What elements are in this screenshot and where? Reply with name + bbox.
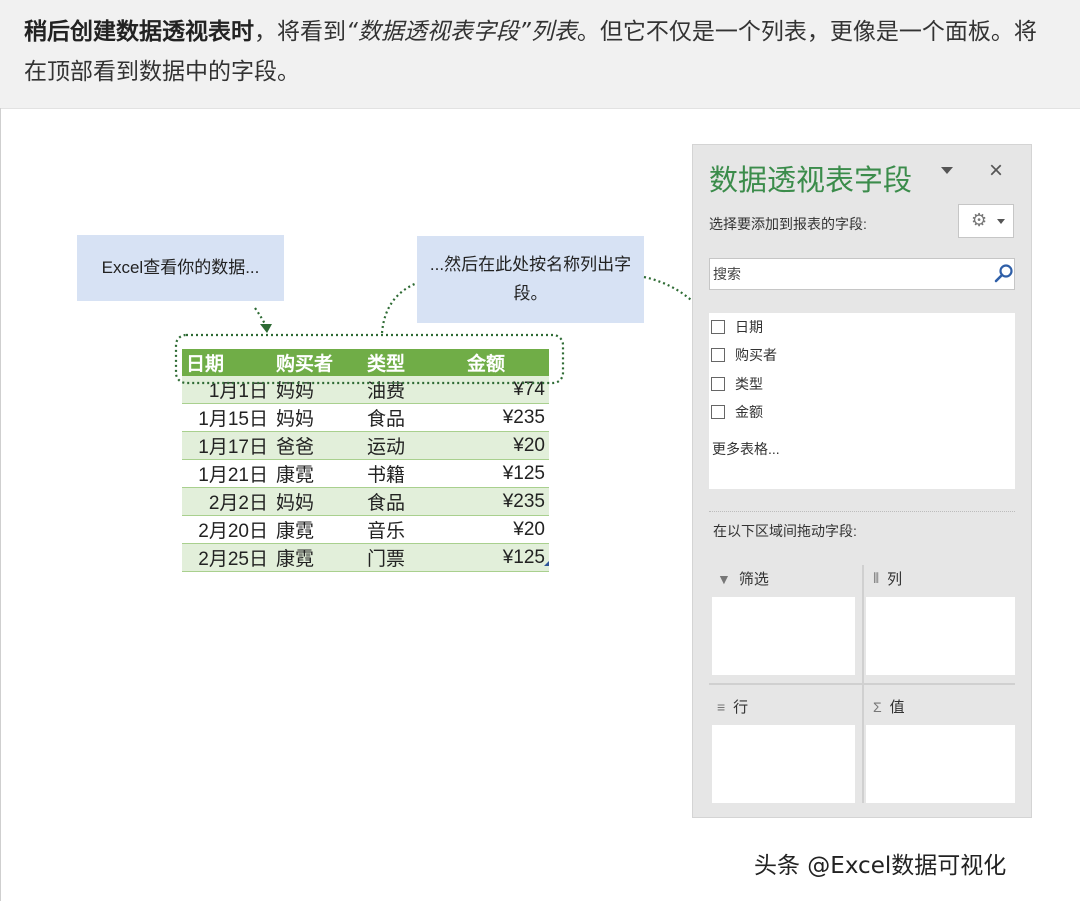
field-label: 日期 [735,319,763,335]
filter-area-label: ▼ 筛选 [717,568,769,589]
field-label: 金额 [735,404,763,420]
rows-area-label: ≡ 行 [717,696,748,717]
filter-area-text: 筛选 [738,571,769,588]
rows-icon: ≡ [717,698,726,715]
filter-icon: ▼ [717,570,731,587]
field-checkbox[interactable] [711,405,725,419]
field-checkbox[interactable] [711,377,725,391]
search-icon[interactable] [993,263,1015,285]
field-item-date[interactable]: 日期 [711,316,763,338]
chevron-down-icon [997,219,1005,224]
columns-area-label: ⦀ 列 [873,568,902,589]
field-checkbox[interactable] [711,320,725,334]
panel-menu-caret-icon[interactable] [941,167,953,174]
panel-divider [709,511,1015,512]
rows-drop-zone[interactable] [712,725,855,803]
watermark-text: 头条 @Excel数据可视化 [754,853,1007,879]
more-tables-link[interactable]: 更多表格... [712,439,780,459]
panel-title: 数据透视表字段 [709,165,913,197]
values-drop-zone[interactable] [866,725,1015,803]
left-callout-arrow [254,307,267,327]
area-horizontal-separator [709,683,1015,685]
filter-drop-zone[interactable] [712,597,855,675]
rows-area-text: 行 [733,699,749,716]
values-area-text: 值 [889,699,905,716]
gear-icon: ⚙ [971,210,988,230]
field-list: 日期 购买者 类型 金额 更多表格... [709,313,1015,489]
search-input[interactable] [711,260,985,288]
pivot-field-panel: 数据透视表字段 × 选择要添加到报表的字段: ⚙ 日期 购买者 类型 金额 更多… [692,144,1032,818]
field-item-amount[interactable]: 金额 [711,401,763,423]
search-box [709,258,1015,290]
drag-fields-label: 在以下区域间拖动字段: [713,523,857,539]
columns-drop-zone[interactable] [866,597,1015,675]
field-item-type[interactable]: 类型 [711,373,763,395]
left-callout-arrowhead [260,324,272,333]
panel-subtitle: 选择要添加到报表的字段: [709,216,867,232]
columns-icon: ⦀ [873,570,880,586]
field-checkbox[interactable] [711,348,725,362]
tools-button[interactable]: ⚙ [958,204,1014,238]
columns-area-text: 列 [887,571,903,588]
sigma-icon: Σ [873,698,882,715]
header-highlight-outline [174,333,565,385]
values-area-label: Σ值 [873,696,905,717]
field-label: 购买者 [735,347,777,363]
field-label: 类型 [735,376,763,392]
callout-to-header-arc [380,281,418,334]
close-icon[interactable]: × [989,157,1003,185]
field-item-buyer[interactable]: 购买者 [711,344,777,366]
